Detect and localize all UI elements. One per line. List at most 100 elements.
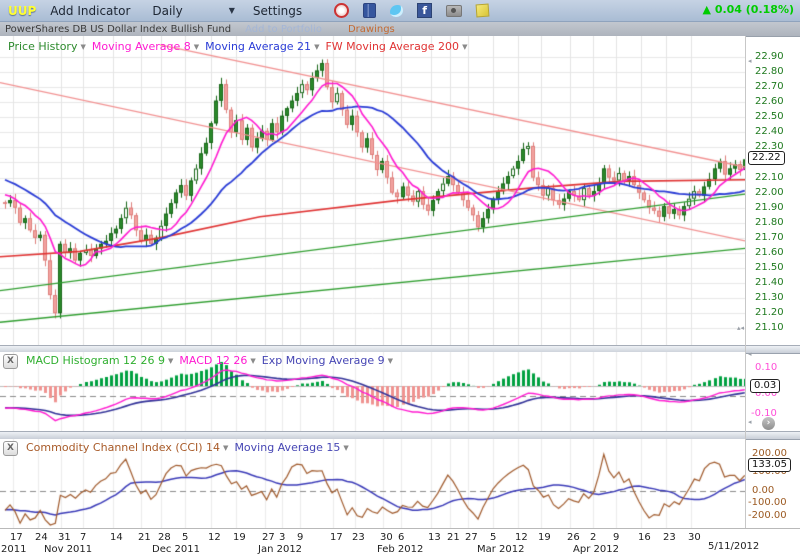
chevron-down-icon[interactable]: ▼ <box>229 6 235 15</box>
ma200-dropdown[interactable]: FW Moving Average 200▼ <box>325 40 467 53</box>
price-change: ▲ 0.04 (0.18%) <box>703 3 795 16</box>
chevron-down-icon[interactable]: ▼ <box>388 357 393 365</box>
macd-line-label: MACD 12 26 <box>179 354 247 367</box>
facebook-icon[interactable]: f <box>417 3 432 18</box>
date-tick: 27 <box>262 532 275 543</box>
chevron-down-icon[interactable]: ▼ <box>462 43 467 51</box>
ma8-label: Moving Average 8 <box>92 40 191 53</box>
month-label: Dec 2011 <box>152 544 200 555</box>
date-tick: 17 <box>330 532 343 543</box>
month-label: 2011 <box>1 544 26 555</box>
up-arrow-icon: ▲ <box>703 3 711 16</box>
cci-value-box: 133.05 <box>748 458 791 472</box>
macd-close-button[interactable]: X <box>3 354 18 369</box>
cci-ma-label: Moving Average 15 <box>234 441 340 454</box>
price-axis-label: 21.50 <box>755 262 784 273</box>
chevron-down-icon[interactable]: ▼ <box>223 444 228 452</box>
price-axis-label: 22.10 <box>755 172 784 183</box>
chevron-down-icon[interactable]: ▼ <box>194 43 199 51</box>
ledger-icon[interactable] <box>363 3 376 18</box>
last-date-label: 5/11/2012 <box>708 541 759 552</box>
date-tick: 3 <box>279 532 285 543</box>
month-label: Apr 2012 <box>573 544 619 555</box>
date-tick: 9 <box>297 532 303 543</box>
toolbar-icons: f <box>334 3 489 18</box>
price-axis-label: 22.70 <box>755 81 784 92</box>
add-to-portfolio-link[interactable]: Add to Portfolio <box>245 24 322 35</box>
macd-axis-label: 0.10 <box>755 362 777 373</box>
cci-ma-dropdown[interactable]: Moving Average 15▼ <box>234 441 348 454</box>
macd-histogram-dropdown[interactable]: MACD Histogram 12 26 9▼ <box>26 354 173 367</box>
price-axis-label: 21.70 <box>755 232 784 243</box>
macd-value-box: 0.03 <box>750 379 780 393</box>
date-tick: 28 <box>158 532 171 543</box>
date-tick: 9 <box>613 532 619 543</box>
price-axis-label: 22.80 <box>755 66 784 77</box>
cci-axis-label: -200.00 <box>748 510 787 521</box>
time-axis[interactable]: 5/11/2012 172431714212851219273917233061… <box>0 528 800 559</box>
macd-line-dropdown[interactable]: MACD 12 26▼ <box>179 354 255 367</box>
price-change-text: 0.04 (0.18%) <box>715 3 794 16</box>
price-axis-label: 22.00 <box>755 187 784 198</box>
chevron-down-icon[interactable]: ▼ <box>80 43 85 51</box>
price-axis-label: 21.60 <box>755 247 784 258</box>
chevron-down-icon[interactable]: ▼ <box>343 444 348 452</box>
date-tick: 16 <box>638 532 651 543</box>
settings-button[interactable]: Settings <box>253 4 302 18</box>
price-chart-canvas[interactable] <box>0 36 745 345</box>
price-legend: Price History▼ Moving Average 8▼ Moving … <box>8 40 467 53</box>
axis-divider <box>745 36 746 528</box>
macd-histogram-label: MACD Histogram 12 26 9 <box>26 354 165 367</box>
charting-app: UUP Add Indicator Daily ▼ Settings f ▲ 0… <box>0 0 800 558</box>
cci-dropdown[interactable]: Commodity Channel Index (CCI) 14▼ <box>26 441 228 454</box>
price-history-label: Price History <box>8 40 77 53</box>
toolbar: UUP Add Indicator Daily ▼ Settings f ▲ 0… <box>0 0 800 22</box>
macd-signal-label: Exp Moving Average 9 <box>262 354 385 367</box>
month-label: Feb 2012 <box>377 544 423 555</box>
twitter-icon[interactable] <box>390 5 403 17</box>
date-tick: 12 <box>208 532 221 543</box>
chevron-down-icon[interactable]: ▼ <box>250 357 255 365</box>
camera-icon[interactable] <box>446 5 462 17</box>
ma21-label: Moving Average 21 <box>205 40 311 53</box>
ma8-dropdown[interactable]: Moving Average 8▼ <box>92 40 199 53</box>
date-tick: 30 <box>380 532 393 543</box>
cci-label: Commodity Channel Index (CCI) 14 <box>26 441 220 454</box>
collapse-arrow-icon[interactable]: ▴◂ <box>737 324 744 332</box>
date-tick: 23 <box>352 532 365 543</box>
price-axis-label: 21.90 <box>755 202 784 213</box>
month-label: Mar 2012 <box>477 544 525 555</box>
axis-scroll-button[interactable]: › <box>762 417 775 430</box>
collapse-arrow-icon[interactable]: ◂ <box>748 350 752 358</box>
date-tick: 23 <box>663 532 676 543</box>
collapse-arrow-icon[interactable]: ◂ <box>748 57 752 65</box>
note-icon[interactable] <box>476 4 490 18</box>
fund-name: PowerShares DB US Dollar Index Bullish F… <box>5 24 231 35</box>
date-tick: 19 <box>233 532 246 543</box>
price-axis-label: 22.40 <box>755 126 784 137</box>
macd-signal-dropdown[interactable]: Exp Moving Average 9▼ <box>262 354 393 367</box>
macd-legend: MACD Histogram 12 26 9▼ MACD 12 26▼ Exp … <box>26 354 393 367</box>
date-tick: 5 <box>182 532 188 543</box>
chevron-down-icon[interactable]: ▼ <box>168 357 173 365</box>
timeframe-select[interactable]: Daily <box>152 4 182 18</box>
subheader: PowerShares DB US Dollar Index Bullish F… <box>0 22 800 37</box>
price-history-dropdown[interactable]: Price History▼ <box>8 40 86 53</box>
date-tick: 24 <box>35 532 48 543</box>
alarm-icon[interactable] <box>334 3 349 18</box>
drawings-menu[interactable]: Drawings <box>348 24 395 35</box>
price-axis-label: 21.80 <box>755 217 784 228</box>
chevron-down-icon[interactable]: ▼ <box>314 43 319 51</box>
price-axis-label: 21.40 <box>755 277 784 288</box>
collapse-arrow-icon[interactable]: ◂ <box>748 418 752 426</box>
date-tick: 14 <box>110 532 123 543</box>
add-indicator-button[interactable]: Add Indicator <box>50 4 130 18</box>
price-axis-label: 22.60 <box>755 96 784 107</box>
last-price-box: 22.22 <box>748 151 785 165</box>
date-tick: 27 <box>465 532 478 543</box>
ma21-dropdown[interactable]: Moving Average 21▼ <box>205 40 319 53</box>
date-tick: 19 <box>538 532 551 543</box>
cci-close-button[interactable]: X <box>3 441 18 456</box>
date-tick: 21 <box>138 532 151 543</box>
date-tick: 7 <box>80 532 86 543</box>
